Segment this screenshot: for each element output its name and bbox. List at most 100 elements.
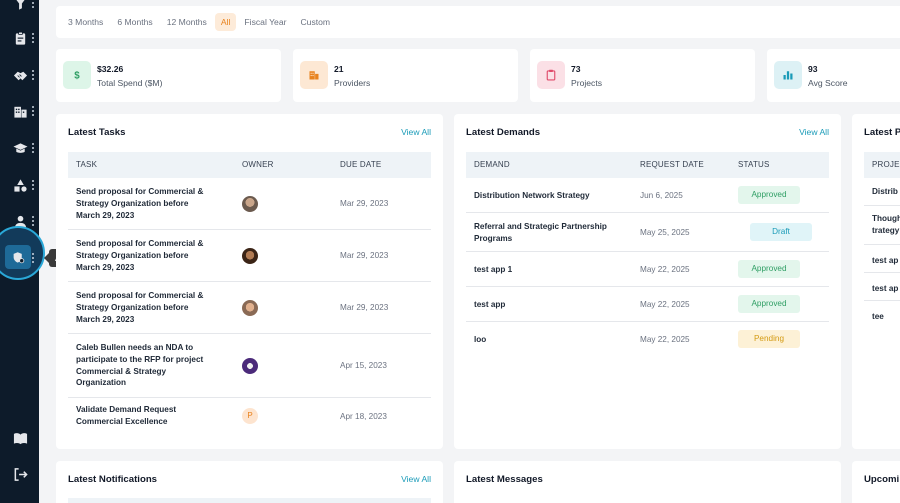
column-header-request-date: REQUEST DATE (640, 160, 704, 169)
table-row[interactable]: loo May 22, 2025 Pending (466, 322, 829, 357)
latest-tasks-panel: Latest Tasks View All TASK OWNER DUE DAT… (56, 114, 443, 449)
handshake-icon[interactable] (10, 65, 30, 85)
task-title: Send proposal for Commercial & Strategy O… (76, 239, 204, 272)
more-icon[interactable] (32, 253, 35, 263)
admin-icon[interactable] (5, 245, 31, 269)
more-icon[interactable] (32, 0, 35, 8)
table-row[interactable]: test app May 22, 2025 Approved (466, 287, 829, 322)
view-all-tasks-link[interactable]: View All (401, 127, 431, 137)
logout-icon[interactable] (10, 464, 30, 484)
table-row[interactable]: Send proposal for Commercial & Strategy O… (68, 230, 431, 282)
demand-title: test app (474, 300, 506, 309)
owner-avatar-initial: P (242, 408, 258, 424)
stat-card-projects: 73 Projects (530, 49, 755, 102)
stat-label: Total Spend ($M) (97, 78, 163, 88)
book-icon[interactable] (10, 428, 30, 448)
project-title: test ap (872, 284, 899, 293)
filter-12-months[interactable]: 12 Months (161, 13, 213, 31)
clipboard-icon (537, 61, 565, 89)
task-title: Validate Demand Request Commercial Excell… (76, 405, 177, 426)
shapes-icon[interactable] (10, 175, 30, 195)
due-date: Mar 29, 2023 (340, 199, 389, 208)
column-header-demand: DEMAND (474, 160, 510, 169)
table-header: TASK OWNER DUE DATE (68, 152, 431, 178)
stat-label: Avg Score (808, 78, 848, 88)
due-date: Mar 29, 2023 (340, 303, 389, 312)
filter-6-months[interactable]: 6 Months (111, 13, 158, 31)
latest-messages-panel: Latest Messages (454, 461, 841, 503)
stat-value: 21 (334, 64, 344, 74)
due-date: Apr 15, 2023 (340, 361, 387, 370)
table-row[interactable]: Distribution Network Strategy Jun 6, 202… (466, 178, 829, 213)
due-date: Mar 29, 2023 (340, 251, 389, 260)
panel-title: Latest Demands (466, 127, 541, 138)
request-date: Jun 6, 2025 (640, 191, 683, 200)
status-badge: Pending (738, 330, 800, 348)
table-row[interactable]: Distrib (864, 178, 900, 206)
period-filter-bar: 3 Months 6 Months 12 Months All Fiscal Y… (56, 6, 900, 38)
more-icon[interactable] (32, 70, 35, 80)
clipboard-icon[interactable] (10, 28, 30, 48)
upcoming-panel: Upcomi (852, 461, 900, 503)
filter-custom[interactable]: Custom (294, 13, 336, 31)
status-badge: Approved (738, 295, 800, 313)
request-date: May 22, 2025 (640, 265, 690, 274)
owner-avatar (242, 358, 258, 374)
owner-avatar (242, 248, 258, 264)
column-header-project: PROJEC (872, 160, 900, 169)
table-row[interactable]: Send proposal for Commercial & Strategy O… (68, 178, 431, 230)
stat-value: $32.26 (97, 64, 124, 74)
filter-3-months[interactable]: 3 Months (62, 13, 109, 31)
graduation-cap-icon[interactable] (10, 138, 30, 158)
panel-title: Latest Tasks (68, 127, 126, 138)
project-title: Distrib (872, 187, 898, 196)
stat-card-avg-score: 93 Avg Score (767, 49, 900, 102)
request-date: May 22, 2025 (640, 300, 690, 309)
filter-all[interactable]: All (214, 13, 237, 31)
more-icon[interactable] (32, 180, 35, 190)
table-row[interactable]: Though trategy (864, 206, 900, 245)
request-date: May 22, 2025 (640, 335, 690, 344)
stat-value: 73 (571, 64, 581, 74)
table-header (68, 498, 431, 503)
project-title: test ap (872, 256, 899, 265)
table-row[interactable]: test ap (864, 273, 900, 301)
filter-fiscal-year[interactable]: Fiscal Year (238, 13, 292, 31)
building-icon[interactable] (10, 101, 30, 121)
owner-avatar (242, 196, 258, 212)
stat-value: 93 (808, 64, 818, 74)
task-title: Caleb Bullen needs an NDA to participate … (76, 343, 204, 388)
panel-title: Latest Messages (466, 474, 543, 485)
demand-title: test app 1 (474, 265, 513, 274)
panel-title: Latest P (864, 127, 900, 138)
table-row[interactable]: Send proposal for Commercial & Strategy O… (68, 282, 431, 334)
table-row[interactable]: Referral and Strategic Partnership Progra… (466, 213, 829, 252)
column-header-due-date: DUE DATE (340, 160, 382, 169)
table-header: PROJEC (864, 152, 900, 178)
due-date: Apr 18, 2023 (340, 412, 387, 421)
table-row[interactable]: Caleb Bullen needs an NDA to participate … (68, 334, 431, 398)
filter-icon[interactable] (10, 0, 30, 13)
stat-label: Projects (571, 78, 603, 88)
latest-demands-panel: Latest Demands View All DEMAND REQUEST D… (454, 114, 841, 449)
table-row[interactable]: Validate Demand Request Commercial Excell… (68, 398, 431, 440)
view-all-demands-link[interactable]: View All (799, 127, 829, 137)
table-row[interactable]: test app 1 May 22, 2025 Approved (466, 252, 829, 287)
dollar-icon: $ (63, 61, 91, 89)
task-title: Send proposal for Commercial & Strategy O… (76, 291, 204, 324)
project-title: tee (872, 312, 884, 321)
more-icon[interactable] (32, 33, 35, 43)
owner-avatar (242, 300, 258, 316)
stat-card-providers: 21 Providers (293, 49, 518, 102)
status-badge: Approved (738, 260, 800, 278)
table-header: DEMAND REQUEST DATE STATUS (466, 152, 829, 178)
demand-title: loo (474, 335, 487, 344)
more-icon[interactable] (32, 106, 35, 116)
more-icon[interactable] (32, 216, 35, 226)
project-title: Though trategy (872, 214, 900, 235)
more-icon[interactable] (32, 143, 35, 153)
view-all-notifications-link[interactable]: View All (401, 474, 431, 484)
table-row[interactable]: test ap (864, 245, 900, 273)
status-badge: Draft (750, 223, 812, 241)
table-row[interactable]: tee (864, 301, 900, 329)
